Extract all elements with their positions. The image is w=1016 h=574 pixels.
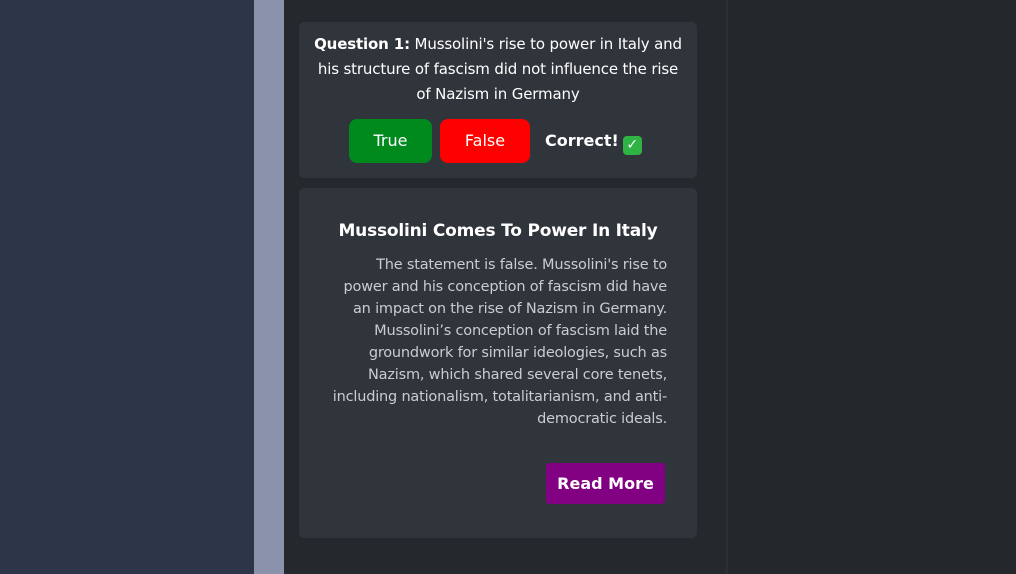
result-message: Correct! ✓ <box>545 119 642 163</box>
result-text: Correct! <box>545 131 619 150</box>
question-text: Question 1: Mussolini's rise to power in… <box>299 32 697 107</box>
explanation-card: Mussolini Comes To Power In Italy The st… <box>299 188 697 538</box>
sidebar-strip <box>254 0 284 574</box>
left-background-panel <box>0 0 254 574</box>
answer-row: True False Correct! ✓ <box>299 119 697 163</box>
right-background-panel <box>728 0 1016 574</box>
read-more-button[interactable]: Read More <box>546 463 665 504</box>
true-button[interactable]: True <box>349 119 432 163</box>
question-label: Question 1: <box>314 35 410 53</box>
explanation-body: The statement is false. Mussolini's rise… <box>332 257 667 427</box>
check-mark-icon: ✓ <box>622 136 642 155</box>
explanation-title: Mussolini Comes To Power In Italy <box>338 221 658 241</box>
false-button[interactable]: False <box>440 119 530 163</box>
question-card: Question 1: Mussolini's rise to power in… <box>299 22 697 178</box>
app-root: Question 1: Mussolini's rise to power in… <box>0 0 1016 574</box>
